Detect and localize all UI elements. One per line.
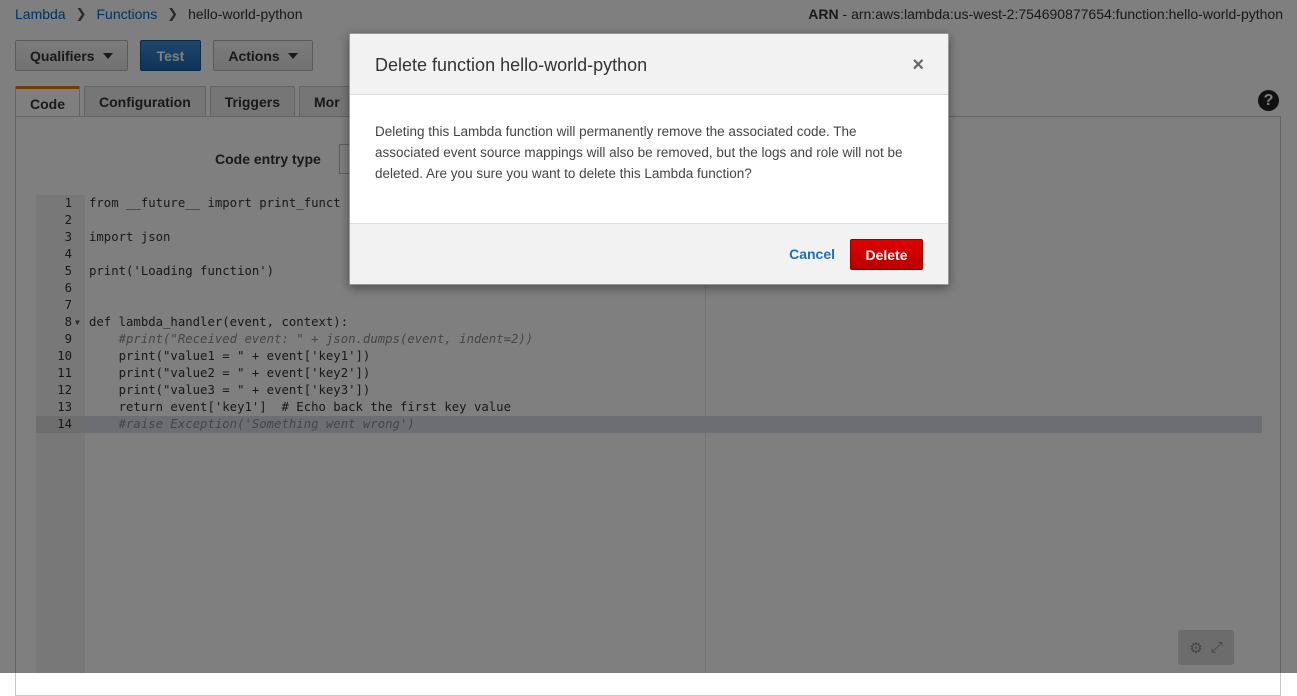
modal-header: Delete function hello-world-python × [350,34,948,95]
cancel-button[interactable]: Cancel [789,246,835,262]
close-icon[interactable]: × [912,54,924,77]
modal-body: Deleting this Lambda function will perma… [375,124,903,181]
modal-footer: Cancel Delete [350,223,948,284]
modal-title: Delete function hello-world-python [375,55,648,75]
delete-function-dialog: Delete function hello-world-python × Del… [349,33,949,285]
delete-button[interactable]: Delete [850,239,923,270]
